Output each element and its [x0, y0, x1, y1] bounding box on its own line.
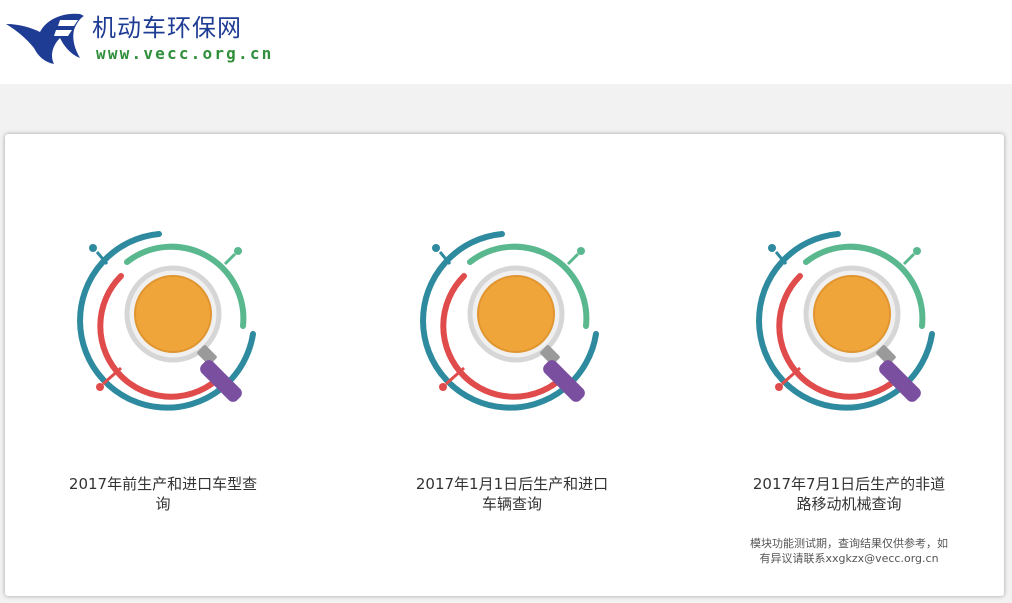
query-panel: 2017年前生产和进口车型查询 2017年1月1日后生产和进口车辆查询 2017… — [5, 134, 1004, 596]
magnifier-search-icon — [418, 226, 608, 416]
site-header: 机动车环保网 www.vecc.org.cn — [0, 0, 1012, 84]
query-label-post-2017-vehicles: 2017年1月1日后生产和进口车辆查询 — [415, 475, 609, 513]
query-label-pre-2017-models: 2017年前生产和进口车型查询 — [68, 475, 258, 513]
query-label-non-road-machinery: 2017年7月1日后生产的非道路移动机械查询 — [752, 475, 946, 513]
query-item-non-road-machinery[interactable]: 2017年7月1日后生产的非道路移动机械查询 模块功能测试期，查询结果仅供参考，… — [695, 134, 995, 596]
query-item-pre-2017-models[interactable]: 2017年前生产和进口车型查询 — [30, 134, 330, 596]
magnifier-search-icon — [754, 226, 944, 416]
flying-bird-logo-icon — [6, 13, 84, 65]
magnifier-search-icon — [75, 226, 265, 416]
query-item-post-2017-vehicles[interactable]: 2017年1月1日后生产和进口车辆查询 — [360, 134, 660, 596]
site-title: 机动车环保网 — [92, 14, 242, 42]
site-url: www.vecc.org.cn — [96, 44, 274, 63]
site-logo[interactable]: 机动车环保网 www.vecc.org.cn — [4, 8, 274, 68]
query-disclaimer-note: 模块功能测试期，查询结果仅供参考，如有异议请联系xxgkzx@vecc.org.… — [750, 537, 948, 565]
